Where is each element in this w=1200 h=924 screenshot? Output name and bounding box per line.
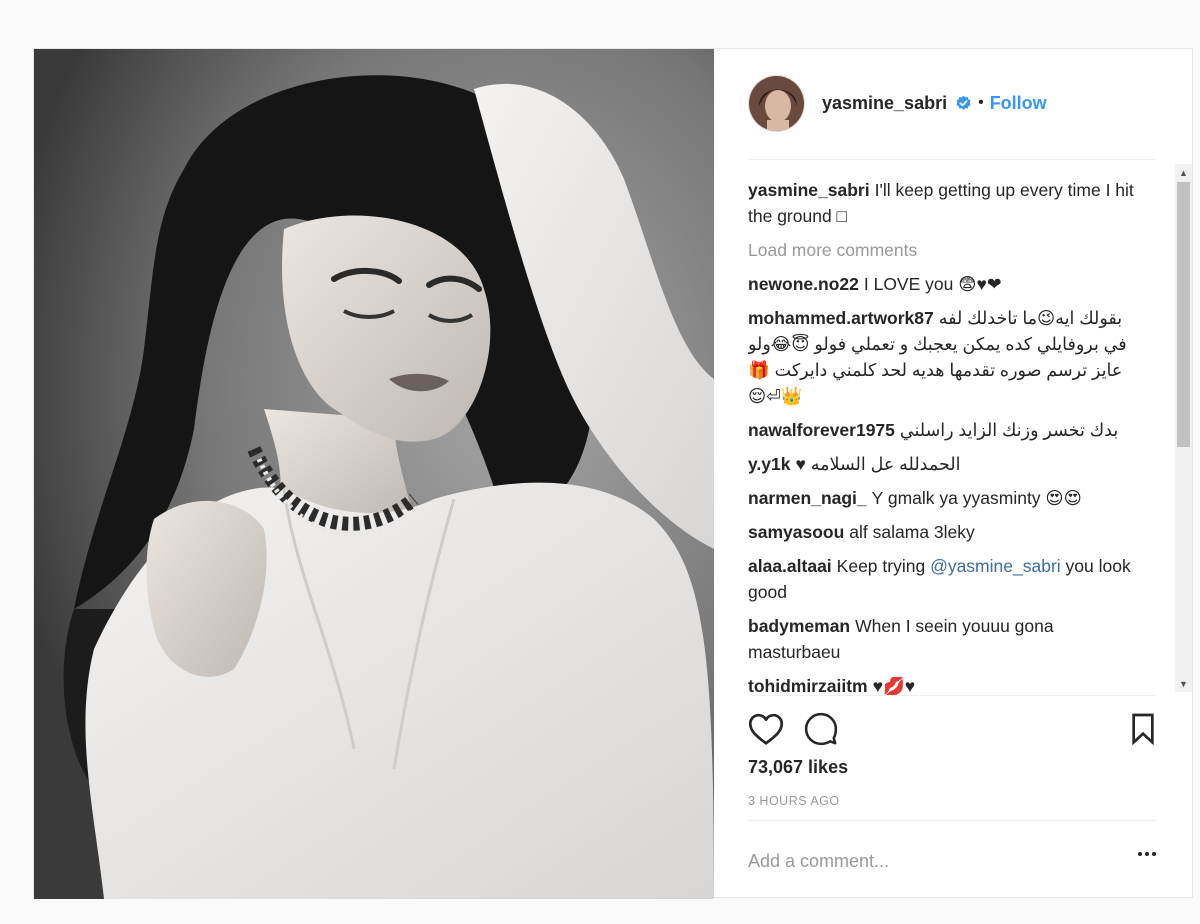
comment-text: Y gmalk ya yyasminty 😍😍 (871, 488, 1082, 508)
comment-username[interactable]: badymeman (748, 616, 850, 636)
comment-username[interactable]: mohammed.artwork87 (748, 308, 934, 328)
post-photo[interactable] (34, 49, 714, 899)
header-separator: • (978, 94, 984, 111)
comment-username[interactable]: tohidmirzaiitm (748, 676, 868, 695)
footer-divider (748, 820, 1156, 821)
scroll-up-arrow-icon[interactable]: ▲ (1175, 164, 1192, 181)
instagram-post: yasmine_sabri • Follow yasmine_sabri I'll… (33, 48, 1194, 899)
comment-username[interactable]: narmen_nagi_ (748, 488, 867, 508)
comments-divider (748, 695, 1156, 696)
comment-text: ♥💋♥ (872, 676, 916, 695)
comment-username[interactable]: samyasoou (748, 522, 844, 542)
comment-text: بدك تخسر وزنك الزايد راسلني (899, 420, 1119, 440)
comment-item: tohidmirzaiitm ♥💋♥ (748, 673, 1140, 695)
comment-item: newone.no22 I LOVE you 😨♥❤ (748, 271, 1140, 297)
mention-link[interactable]: @yasmine_sabri (930, 556, 1061, 576)
heart-icon[interactable] (748, 712, 784, 746)
author-username[interactable]: yasmine_sabri (822, 93, 947, 114)
comment-text: alf salama 3leky (849, 522, 975, 542)
comment-text: I LOVE you 😨♥❤ (863, 274, 1002, 294)
comment-item: mohammed.artwork87 بقولك ايه😉ما تاخدلك لف… (748, 305, 1140, 409)
comments-scrollbar[interactable]: ▲ ▼ (1175, 164, 1192, 692)
post-sidebar: yasmine_sabri • Follow yasmine_sabri I'll… (714, 49, 1194, 899)
add-comment-input[interactable] (748, 839, 1078, 883)
more-dot (1152, 852, 1156, 856)
comment-text: Keep trying (836, 556, 931, 576)
post-header: yasmine_sabri • Follow (748, 73, 1160, 133)
post-caption: yasmine_sabri I'll keep getting up every … (748, 177, 1140, 229)
comment-item: alaa.altaai Keep trying @yasmine_sabri yo… (748, 553, 1140, 605)
comment-item: narmen_nagi_ Y gmalk ya yyasminty 😍😍 (748, 485, 1140, 511)
comment-item: badymeman When I seein youuu gona masturb… (748, 613, 1140, 665)
comments-list[interactable]: yasmine_sabri I'll keep getting up every … (748, 167, 1140, 695)
more-dot (1145, 852, 1149, 856)
comment-username[interactable]: nawalforever1975 (748, 420, 895, 440)
caption-username[interactable]: yasmine_sabri (748, 180, 870, 200)
portrait-image (34, 49, 714, 899)
scrollbar-thumb[interactable] (1177, 182, 1190, 447)
comment-bubble-icon[interactable] (804, 712, 838, 746)
comment-username[interactable]: alaa.altaai (748, 556, 832, 576)
avatar-image (749, 75, 804, 131)
author-avatar[interactable] (748, 74, 805, 132)
post-actions (748, 709, 1156, 749)
post-timestamp: 3 HOURS AGO (748, 794, 840, 808)
comment-item: nawalforever1975 بدك تخسر وزنك الزايد راس… (748, 417, 1140, 443)
comment-item: y.y1k الحمدلله عل السلامه ♥ (748, 451, 1140, 477)
comment-item: samyasoou alf salama 3leky (748, 519, 1140, 545)
comment-text: الحمدلله عل السلامه ♥ (795, 454, 961, 474)
comment-username[interactable]: y.y1k (748, 454, 791, 474)
comment-username[interactable]: newone.no22 (748, 274, 859, 294)
verified-badge-icon (955, 95, 972, 112)
more-options-icon[interactable] (1138, 852, 1156, 856)
bookmark-icon[interactable] (1130, 713, 1156, 745)
follow-button[interactable]: Follow (990, 93, 1047, 114)
load-more-comments-button[interactable]: Load more comments (748, 237, 1140, 263)
more-dot (1138, 852, 1142, 856)
header-divider (748, 159, 1156, 160)
likes-count[interactable]: 73,067 likes (748, 757, 848, 778)
scroll-down-arrow-icon[interactable]: ▼ (1175, 675, 1192, 692)
